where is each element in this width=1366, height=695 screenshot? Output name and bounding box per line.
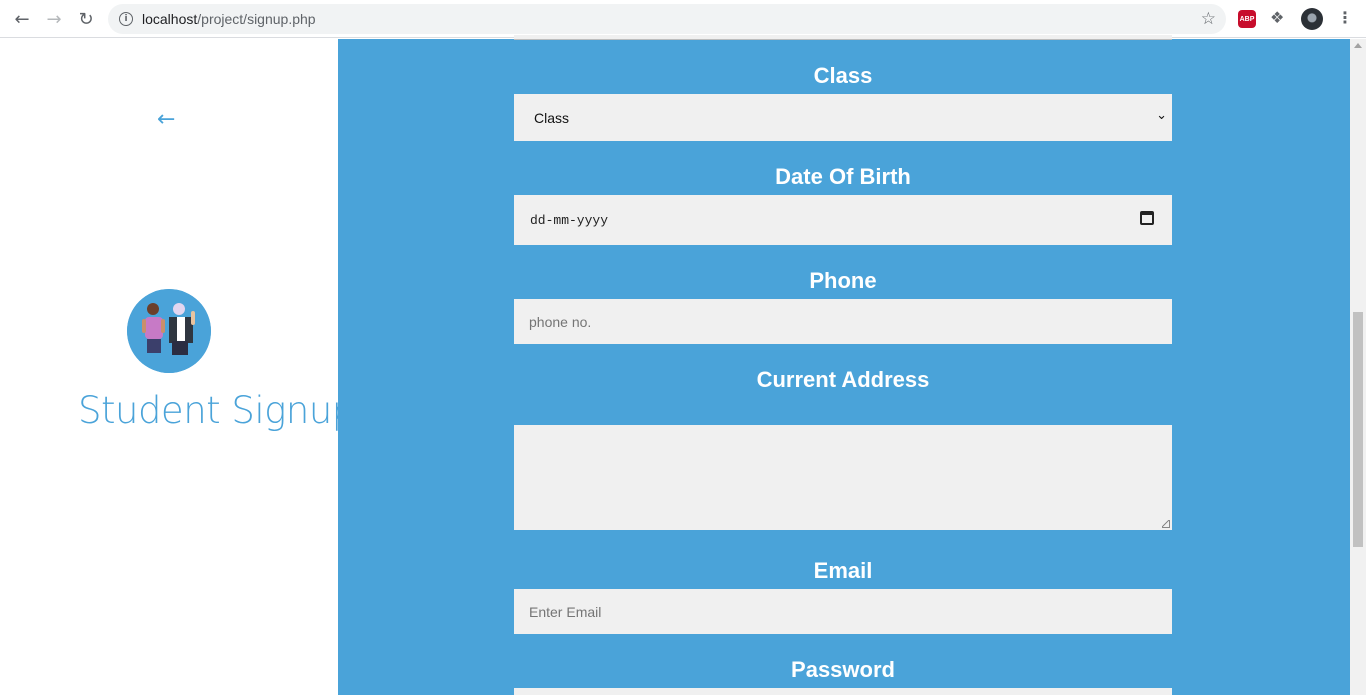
password-label: Password <box>791 657 895 682</box>
url-text[interactable]: localhost/project/signup.php <box>142 11 316 27</box>
class-select[interactable]: Class ⌄ <box>514 94 1172 141</box>
browser-toolbar: ← → ↻ i localhost/project/signup.php ☆ A… <box>0 0 1366 38</box>
dob-input[interactable]: dd-mm-yyyy <box>514 195 1172 245</box>
address-textarea[interactable] <box>514 425 1172 530</box>
url-host: localhost <box>142 11 198 27</box>
url-path: /project/signup.php <box>197 11 316 27</box>
adblock-icon[interactable]: ABP <box>1238 10 1256 28</box>
email-label: Email <box>813 558 873 583</box>
email-placeholder: Enter Email <box>529 603 602 620</box>
students-illustration-icon <box>127 289 211 373</box>
forward-icon[interactable]: → <box>42 7 66 31</box>
form-column: Class Class ⌄ Date Of Birth dd-mm-yyyy P… <box>514 39 1172 695</box>
signup-form-panel: Class Class ⌄ Date Of Birth dd-mm-yyyy P… <box>338 35 1350 695</box>
dob-placeholder: dd-mm-yyyy <box>530 212 609 228</box>
page-title: Student Signup <box>78 389 355 432</box>
bookmark-star-icon[interactable]: ☆ <box>1201 9 1216 29</box>
chevron-down-icon: ⌄ <box>1156 108 1167 123</box>
scroll-up-arrow-icon[interactable] <box>1354 43 1362 48</box>
profile-avatar-icon[interactable] <box>1301 8 1323 30</box>
info-icon[interactable]: i <box>119 12 133 26</box>
calendar-icon[interactable] <box>1140 211 1154 225</box>
reload-icon[interactable]: ↻ <box>74 7 98 31</box>
address-label: Current Address <box>756 367 930 392</box>
resize-handle-icon[interactable] <box>1162 520 1170 528</box>
browser-menu-icon[interactable]: ⋮ <box>1337 8 1353 27</box>
phone-label: Phone <box>809 268 877 293</box>
page-scrollbar[interactable] <box>1350 39 1366 695</box>
dob-label: Date Of Birth <box>775 164 911 189</box>
students-avatar <box>127 289 211 373</box>
left-panel: ← Student Signup <box>0 39 355 695</box>
phone-input[interactable]: phone no. <box>514 299 1172 344</box>
class-label: Class <box>813 63 873 88</box>
scrollbar-thumb[interactable] <box>1353 312 1363 547</box>
class-select-value: Class <box>534 109 570 126</box>
extensions-icon[interactable]: ❖ <box>1270 8 1284 27</box>
address-bar[interactable]: i localhost/project/signup.php ☆ <box>108 4 1226 34</box>
back-icon[interactable]: ← <box>10 7 34 31</box>
email-input[interactable]: Enter Email <box>514 589 1172 634</box>
back-arrow-icon[interactable]: ← <box>157 107 175 132</box>
password-input[interactable] <box>514 688 1172 695</box>
phone-placeholder: phone no. <box>529 313 592 330</box>
